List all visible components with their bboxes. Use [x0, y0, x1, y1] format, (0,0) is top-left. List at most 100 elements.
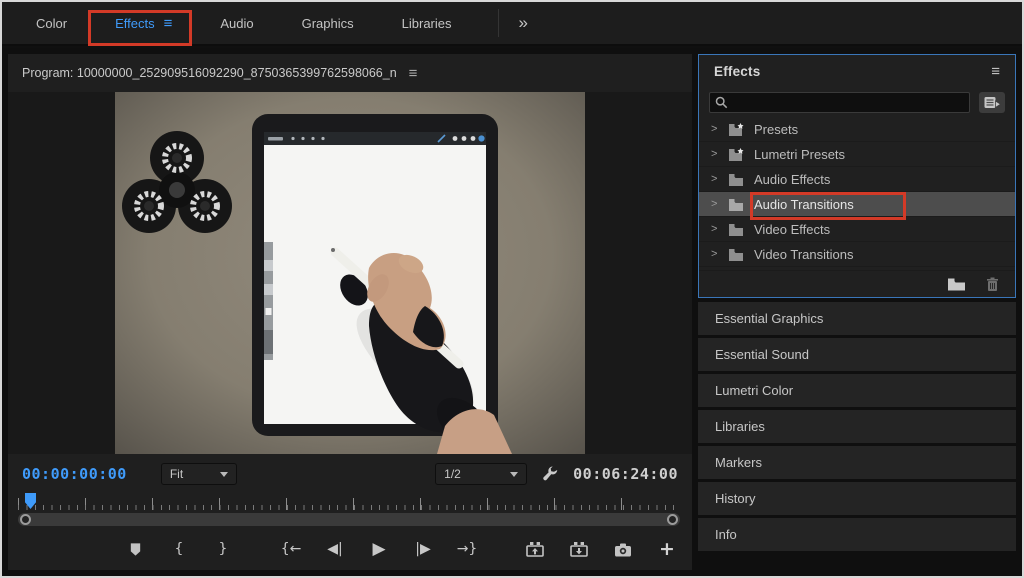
panel-info[interactable]: Info [698, 518, 1016, 551]
zoom-level-dropdown[interactable]: Fit [161, 463, 237, 485]
tab-color[interactable]: Color [12, 2, 91, 44]
new-custom-bin-icon[interactable] [947, 277, 966, 291]
monitor-time-ruler[interactable] [18, 496, 680, 510]
panel-label: Markers [715, 455, 762, 470]
settings-wrench-button[interactable] [541, 465, 559, 483]
right-sidebar: Effects ≡ [698, 54, 1016, 570]
tree-item-label: Video Transitions [754, 247, 854, 262]
program-monitor-titlebar: Program: 10000000_252909516092290_875036… [8, 54, 692, 88]
tree-item-presets[interactable]: > Presets [699, 117, 1015, 142]
premiere-pro-window: Color Effects ≡ Audio Graphics Libraries… [0, 0, 1024, 578]
camera-icon [614, 542, 632, 557]
go-to-in-icon: {← [281, 541, 302, 557]
tree-item-lumetri-presets[interactable]: > Lumetri Presets [699, 142, 1015, 167]
add-marker-button[interactable] [126, 542, 144, 557]
folder-icon [728, 173, 745, 186]
preset-folder-icon [728, 148, 745, 161]
drawing-app-sidebar [264, 242, 273, 360]
tree-item-label: Lumetri Presets [754, 147, 845, 162]
panel-markers[interactable]: Markers [698, 446, 1016, 479]
tab-graphics-label: Graphics [302, 16, 354, 31]
panel-stack: Essential Graphics Essential Sound Lumet… [698, 302, 1016, 551]
marker-icon [128, 542, 143, 557]
playhead-marker[interactable] [25, 493, 36, 509]
tree-item-label: Audio Transitions [754, 197, 854, 212]
chevron-right-icon[interactable]: > [711, 123, 719, 135]
effects-panel-header: Effects ≡ [699, 55, 1015, 87]
tab-effects[interactable]: Effects ≡ [91, 2, 196, 44]
tab-color-label: Color [36, 16, 67, 31]
panel-label: Lumetri Color [715, 383, 793, 398]
scrollbar-left-handle[interactable] [20, 514, 31, 525]
tab-libraries-label: Libraries [402, 16, 452, 31]
panel-essential-graphics[interactable]: Essential Graphics [698, 302, 1016, 335]
play-icon: ▶ [372, 539, 385, 559]
tree-item-label: Presets [754, 122, 798, 137]
effects-panel-menu-icon[interactable]: ≡ [991, 63, 1000, 80]
preset-folder-icon [728, 123, 745, 136]
tab-effects-label: Effects [115, 16, 155, 31]
tab-audio-label: Audio [220, 16, 253, 31]
tree-item-label: Video Effects [754, 222, 830, 237]
plus-icon: + [659, 538, 675, 560]
duration-timecode: 00:06:24:00 [573, 465, 678, 483]
chevron-right-icon[interactable]: > [711, 248, 719, 260]
search-icon [715, 96, 728, 109]
playback-resolution-value: 1/2 [444, 467, 461, 481]
panel-history[interactable]: History [698, 482, 1016, 515]
panel-libraries[interactable]: Libraries [698, 410, 1016, 443]
workspace-overflow-chevron-icon[interactable]: » [499, 13, 549, 33]
transport-controls: { } {← ◀| ▶ |▶ →} [8, 532, 692, 566]
play-button[interactable]: ▶ [370, 539, 388, 559]
chevron-right-icon[interactable]: > [711, 223, 719, 235]
bin-type-filter-icon [984, 96, 1001, 109]
go-to-out-button[interactable]: →} [458, 541, 476, 557]
playback-resolution-dropdown[interactable]: 1/2 [435, 463, 527, 485]
effects-tree: > Presets > [699, 117, 1015, 270]
mark-in-button[interactable]: { [170, 541, 188, 557]
scrollbar-right-handle[interactable] [667, 514, 678, 525]
current-timecode[interactable]: 00:00:00:00 [22, 465, 127, 483]
export-frame-button[interactable] [614, 542, 632, 557]
program-monitor-panel: Program: 10000000_252909516092290_875036… [8, 54, 692, 570]
main-area: Program: 10000000_252909516092290_875036… [2, 48, 1022, 576]
chevron-down-icon [510, 472, 518, 477]
panel-lumetri-color[interactable]: Lumetri Color [698, 374, 1016, 407]
chevron-right-icon[interactable]: > [711, 173, 719, 185]
button-editor-button[interactable]: + [658, 538, 676, 560]
tab-libraries[interactable]: Libraries [378, 2, 476, 44]
chevron-right-icon[interactable]: > [711, 198, 719, 210]
tab-graphics[interactable]: Graphics [278, 2, 378, 44]
lift-icon [526, 541, 544, 557]
bin-type-filter-button[interactable] [979, 92, 1005, 113]
mark-out-button[interactable]: } [214, 541, 232, 557]
effects-search-box[interactable] [709, 92, 970, 113]
step-forward-button[interactable]: |▶ [414, 541, 432, 557]
tab-audio[interactable]: Audio [196, 2, 277, 44]
step-back-button[interactable]: ◀| [326, 541, 344, 557]
monitor-zoom-scrollbar[interactable] [18, 513, 680, 526]
extract-icon [570, 541, 588, 557]
tree-item-audio-effects[interactable]: > Audio Effects [699, 167, 1015, 192]
tree-item-audio-transitions[interactable]: > Audio Transitions [699, 192, 1015, 217]
chevron-right-icon[interactable]: > [711, 148, 719, 160]
tab-menu-icon[interactable]: ≡ [164, 15, 173, 32]
extract-button[interactable] [570, 541, 588, 557]
effects-search-row [699, 87, 1015, 117]
go-to-in-button[interactable]: {← [282, 541, 300, 557]
tree-item-video-transitions[interactable]: > Video Transitions [699, 242, 1015, 267]
delete-bin-icon[interactable] [986, 277, 999, 292]
wrench-icon [541, 465, 559, 483]
mark-in-icon: { [175, 541, 184, 557]
panel-essential-sound[interactable]: Essential Sound [698, 338, 1016, 371]
step-back-icon: ◀| [327, 541, 342, 557]
effects-search-input[interactable] [733, 95, 964, 109]
effects-panel: Effects ≡ [698, 54, 1016, 298]
folder-icon [728, 223, 745, 236]
workspace-tab-bar: Color Effects ≡ Audio Graphics Libraries… [2, 2, 1022, 46]
panel-label: Essential Graphics [715, 311, 823, 326]
lift-button[interactable] [526, 541, 544, 557]
program-monitor-menu-icon[interactable]: ≡ [409, 65, 418, 82]
program-monitor-title: Program: 10000000_252909516092290_875036… [22, 66, 397, 80]
tree-item-video-effects[interactable]: > Video Effects [699, 217, 1015, 242]
